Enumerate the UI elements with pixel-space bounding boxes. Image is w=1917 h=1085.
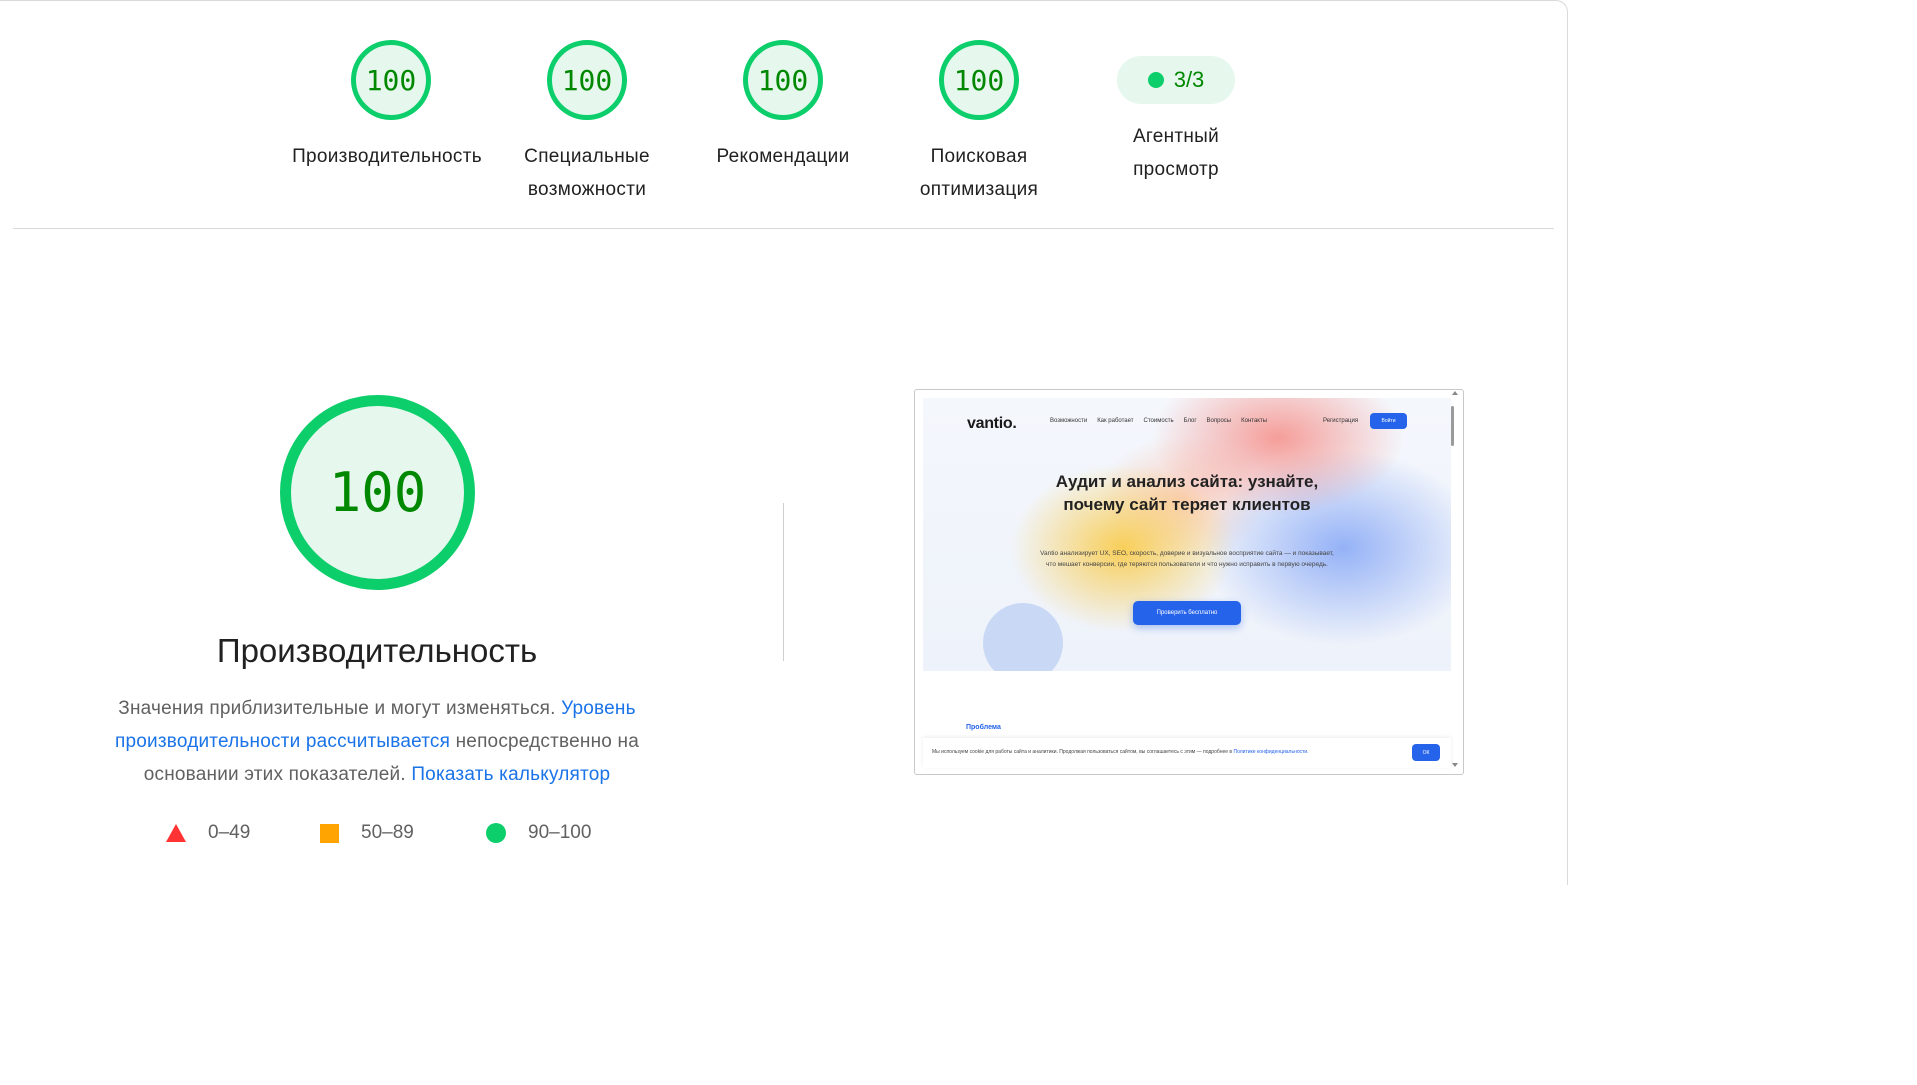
thumb-cookie-text: Мы используем cookie для работы сайта и … — [932, 749, 1309, 755]
category-label: Агентный просмотр — [1132, 126, 1220, 180]
section-divider — [13, 228, 1554, 229]
thumb-register: Регистрация — [1323, 418, 1359, 424]
thumb-nav-item: Контакты — [1241, 418, 1268, 424]
thumb-cookie-banner: Мы используем cookie для работы сайта и … — [923, 738, 1451, 768]
category-best-practices[interactable]: 100 Рекомендации — [685, 40, 881, 173]
legend-fail: 0–49 — [166, 822, 250, 844]
performance-score: 100 — [328, 461, 427, 524]
performance-description: Значения приблизительные и могут изменят… — [77, 692, 677, 791]
category-label: Поисковая оптимизация — [919, 146, 1039, 200]
show-calculator-link[interactable]: Показать калькулятор — [411, 764, 610, 785]
category-agentic[interactable]: 3/3 Агентный просмотр — [1078, 40, 1274, 186]
performance-title: Производительность — [216, 632, 538, 669]
legend-range: 50–89 — [361, 822, 414, 843]
thumb-scrollbar — [1451, 398, 1455, 768]
legend-pass: 90–100 — [486, 822, 591, 844]
thumb-lead: Vantio анализирует UX, SEO, скорость, до… — [1040, 550, 1334, 568]
performance-gauge: 100 — [280, 395, 475, 590]
thumb-nav: Возможности Как работает Стоимость Блог … — [1050, 418, 1267, 424]
agentic-fraction: 3/3 — [1173, 67, 1205, 92]
thumb-headline: Аудит и анализ сайта: узнайте, почему са… — [923, 470, 1451, 516]
scroll-up-icon — [1452, 391, 1458, 395]
pass-dot-icon — [1147, 72, 1164, 88]
legend-range: 90–100 — [528, 822, 592, 843]
category-label: Рекомендации — [716, 146, 850, 167]
thumb-nav-item: Возможности — [1050, 418, 1088, 424]
thumb-headline-text: Аудит и анализ сайта: узнайте, почему са… — [1055, 472, 1319, 514]
scroll-thumb — [1451, 406, 1454, 446]
thumb-hero: vantio. Возможности Как работает Стоимос… — [923, 398, 1451, 671]
square-average-icon — [320, 823, 339, 843]
score-gauge: 100 — [939, 40, 1019, 120]
category-accessibility[interactable]: 100 Специальные возможности — [489, 40, 685, 206]
score-gauge: 100 — [743, 40, 823, 120]
category-summary: 100 Производительность 100 Специальные в… — [0, 0, 1568, 230]
legend-average: 50–89 — [320, 822, 414, 844]
score-value: 100 — [365, 63, 417, 97]
thumb-cookie-ok-button: ОК — [1412, 744, 1440, 761]
legend-range: 0–49 — [208, 822, 251, 843]
cookie-text: Мы используем cookie для работы сайта и … — [932, 749, 1234, 755]
thumb-section-label: Проблема — [966, 724, 1001, 731]
category-seo[interactable]: 100 Поисковая оптимизация — [881, 40, 1077, 206]
score-legend: 0–49 50–89 90–100 — [0, 822, 760, 852]
thumb-cta-button: Проверить бесплатно — [1133, 601, 1241, 625]
thumb-login-button: Войти — [1370, 413, 1407, 429]
score-gauge: 100 — [547, 40, 627, 120]
category-label: Специальные возможности — [524, 146, 650, 200]
final-screenshot[interactable]: vantio. Возможности Как работает Стоимос… — [914, 389, 1464, 775]
score-value: 100 — [561, 63, 613, 97]
category-label: Производительность — [293, 146, 482, 167]
decorative-bubble — [983, 603, 1063, 671]
thumb-nav-item: Стоимость — [1143, 418, 1174, 424]
thumb-nav-item: Блог — [1183, 418, 1197, 424]
thumb-nav-item: Вопросы — [1206, 418, 1232, 424]
thumb-nav-item: Как работает — [1097, 418, 1134, 424]
vertical-divider — [783, 503, 784, 661]
desc-text: Значения приблизительные и могут изменят… — [118, 698, 562, 719]
agentic-badge: 3/3 — [1117, 56, 1235, 104]
category-performance[interactable]: 100 Производительность — [293, 40, 489, 173]
score-value: 100 — [953, 63, 1005, 97]
triangle-fail-icon — [166, 824, 186, 842]
thumb-logo: vantio. — [967, 415, 1017, 432]
score-gauge: 100 — [351, 40, 431, 120]
scroll-down-icon — [1452, 763, 1458, 767]
score-value: 100 — [757, 63, 809, 97]
cookie-policy-link: Политике конфиденциальности. — [1233, 749, 1309, 755]
circle-pass-icon — [486, 823, 506, 843]
